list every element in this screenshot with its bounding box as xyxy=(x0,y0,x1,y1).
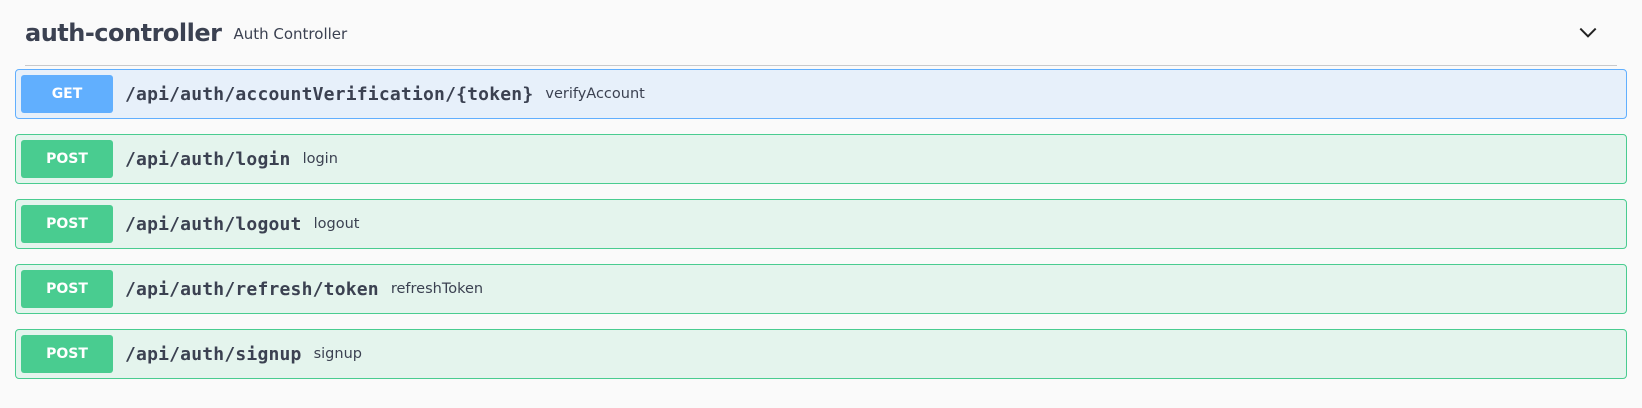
operation-summary: signup xyxy=(313,346,362,362)
operation-path: /api/auth/refresh/token xyxy=(125,278,379,300)
operation-summary: refreshToken xyxy=(390,281,484,297)
operation-path: /api/auth/login xyxy=(125,148,291,170)
tag-header[interactable]: auth-controller Auth Controller xyxy=(25,0,1617,66)
operation-summary: logout xyxy=(313,216,360,232)
operation-summary: verifyAccount xyxy=(545,86,645,102)
operation-logout[interactable]: POST /api/auth/logout logout xyxy=(15,199,1627,249)
operation-path: /api/auth/accountVerification/{token} xyxy=(125,83,534,105)
method-badge: POST xyxy=(21,335,113,373)
operation-refresh-token[interactable]: POST /api/auth/refresh/token refreshToke… xyxy=(15,264,1627,314)
operation-login[interactable]: POST /api/auth/login login xyxy=(15,134,1627,184)
chevron-down-icon[interactable] xyxy=(1577,22,1599,44)
operation-summary: login xyxy=(302,151,338,167)
operation-signup[interactable]: POST /api/auth/signup signup xyxy=(15,329,1627,379)
operation-verify-account[interactable]: GET /api/auth/accountVerification/{token… xyxy=(15,69,1627,119)
operation-path: /api/auth/signup xyxy=(125,343,302,365)
method-badge: POST xyxy=(21,205,113,243)
operation-path: /api/auth/logout xyxy=(125,213,302,235)
method-badge: POST xyxy=(21,270,113,308)
method-badge: POST xyxy=(21,140,113,178)
auth-controller-section: auth-controller Auth Controller GET /api… xyxy=(0,0,1642,408)
tag-description: Auth Controller xyxy=(233,24,348,43)
method-badge: GET xyxy=(21,75,113,113)
tag-name: auth-controller xyxy=(25,18,222,47)
